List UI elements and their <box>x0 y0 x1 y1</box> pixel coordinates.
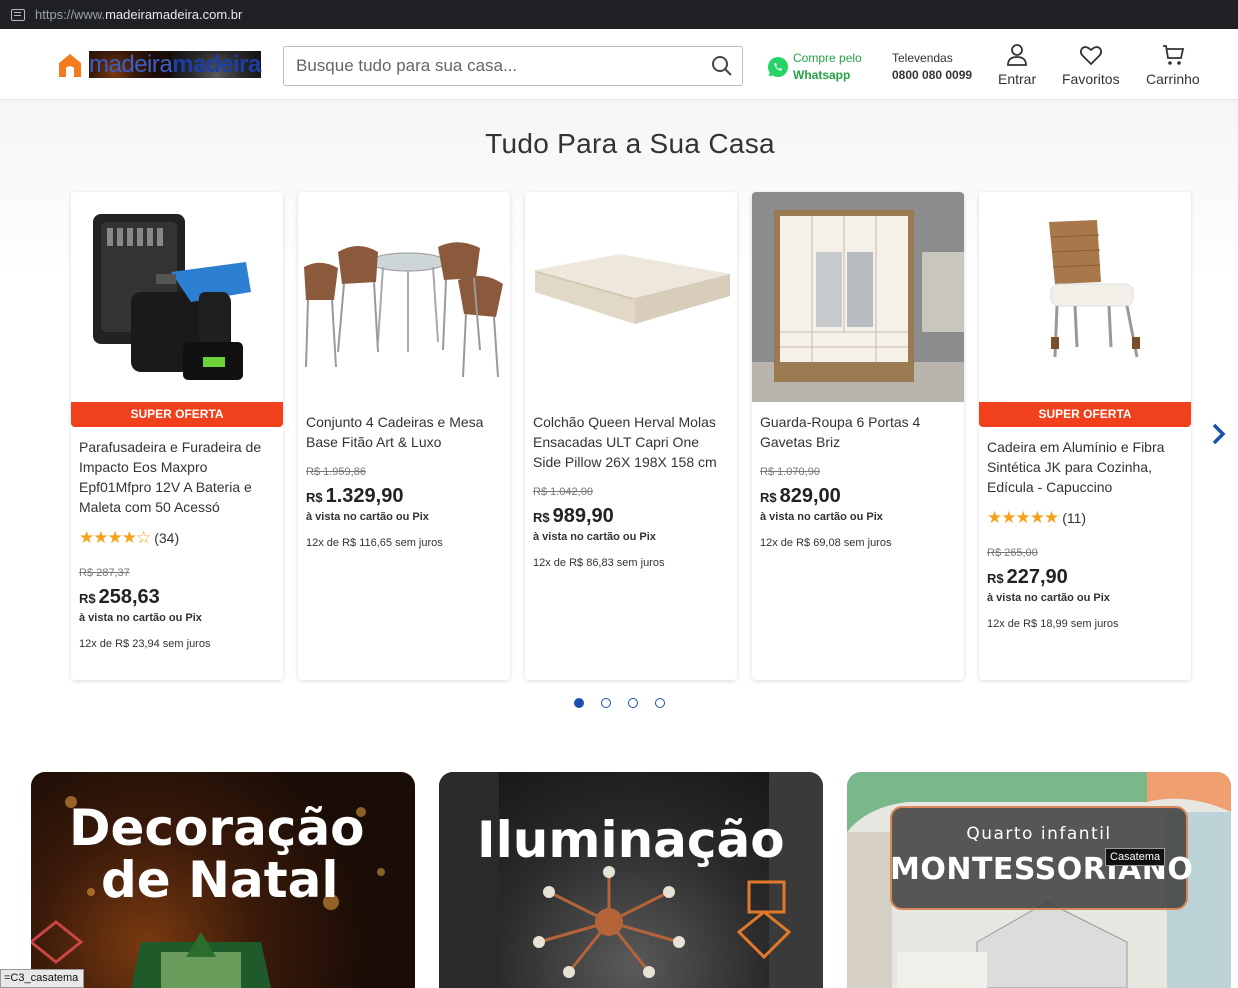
favorites-label: Favoritos <box>1062 71 1120 87</box>
rating-stars-icon: ★★★★☆ <box>79 528 150 548</box>
heart-icon <box>1079 43 1103 67</box>
rating-count: (11) <box>1062 510 1086 526</box>
whatsapp-link[interactable]: Compre pelo Whatsapp <box>766 50 862 84</box>
carousel-dot-2[interactable] <box>601 698 611 708</box>
rating-stars-icon: ★★★★★ <box>987 508 1058 528</box>
product-card-3[interactable]: Colchão Queen Herval Molas Ensacadas ULT… <box>525 192 737 680</box>
banner-iluminacao[interactable]: Iluminação <box>439 772 823 988</box>
carousel-next-chevron-icon[interactable] <box>1209 421 1229 447</box>
product-image-chair[interactable] <box>979 192 1191 402</box>
banner-subtitle: Quarto infantil <box>890 824 1188 844</box>
banner-decoracao-natal[interactable]: Decoração de Natal <box>31 772 415 988</box>
pix-note: à vista no cartão ou Pix <box>987 592 1110 604</box>
product-rating: ★★★★☆ (34) <box>79 528 179 548</box>
old-price: R$ 1.070,90 <box>760 466 820 478</box>
pix-note: à vista no cartão ou Pix <box>533 531 656 543</box>
product-name[interactable]: Colchão Queen Herval Molas Ensacadas ULT… <box>533 412 729 472</box>
section-title: Tudo Para a Sua Casa <box>0 128 1238 160</box>
product-rating: ★★★★★ (11) <box>987 508 1086 528</box>
tooltip: Casatema <box>1105 848 1165 866</box>
old-price: R$ 287,37 <box>79 567 130 579</box>
url-text[interactable]: https://www.madeiramadeira.com.br <box>35 7 242 22</box>
product-image-table-chairs[interactable] <box>298 192 510 402</box>
cart-button[interactable]: Carrinho <box>1146 43 1200 87</box>
whatsapp-line2: Whatsapp <box>793 67 862 84</box>
user-icon <box>1005 43 1029 67</box>
pix-note: à vista no cartão ou Pix <box>306 511 429 523</box>
product-name[interactable]: Guarda-Roupa 6 Portas 4 Gavetas Briz <box>760 412 956 452</box>
old-price: R$ 1.042,00 <box>533 486 593 498</box>
televendas[interactable]: Televendas 0800 080 0099 <box>892 50 972 84</box>
status-bar: =C3_casatema <box>0 969 84 988</box>
search-icon[interactable] <box>702 47 742 85</box>
product-card-1[interactable]: SUPER OFERTA Parafusadeira e Furadeira d… <box>71 192 283 680</box>
price: R$829,00 <box>760 485 841 508</box>
super-offer-badge: SUPER OFERTA <box>979 402 1191 427</box>
price: R$1.329,90 <box>306 485 403 508</box>
installments: 12x de R$ 69,08 sem juros <box>760 537 891 549</box>
carousel-dot-4[interactable] <box>655 698 665 708</box>
carousel-dot-3[interactable] <box>628 698 638 708</box>
whatsapp-icon <box>766 55 790 79</box>
product-image-mattress[interactable] <box>525 192 737 402</box>
site-logo[interactable]: madeiramadeira <box>56 51 261 79</box>
banner-title-line2: de Natal <box>101 854 338 906</box>
super-offer-badge: SUPER OFERTA <box>71 402 283 427</box>
installments: 12x de R$ 86,83 sem juros <box>533 557 664 569</box>
televendas-label: Televendas <box>892 50 972 67</box>
carousel-dot-1[interactable] <box>574 698 584 708</box>
product-name[interactable]: Cadeira em Alumínio e Fibra Sintética JK… <box>987 437 1183 497</box>
banner-quarto-montessoriano[interactable]: Quarto infantil MONTESSORIANO <box>847 772 1231 988</box>
cart-icon <box>1161 43 1185 67</box>
price: R$989,90 <box>533 505 614 528</box>
page-info-icon[interactable] <box>11 9 25 21</box>
pix-note: à vista no cartão ou Pix <box>760 511 883 523</box>
product-card-4[interactable]: Guarda-Roupa 6 Portas 4 Gavetas Briz R$ … <box>752 192 964 680</box>
installments: 12x de R$ 116,65 sem juros <box>306 537 443 549</box>
whatsapp-line1: Compre pelo <box>793 50 862 67</box>
site-header: madeiramadeira Compre pelo Whatsapp Tele… <box>0 33 1238 100</box>
banner-title: Iluminação <box>477 814 785 866</box>
search-box[interactable] <box>283 46 743 86</box>
product-card-5[interactable]: SUPER OFERTA Cadeira em Alumínio e Fibra… <box>979 192 1191 680</box>
price: R$227,90 <box>987 566 1068 589</box>
chandelier-illustration <box>439 772 823 988</box>
old-price: R$ 1.959,86 <box>306 466 366 478</box>
brand-name: madeiramadeira <box>89 51 261 79</box>
rating-count: (34) <box>154 530 179 546</box>
favorites-button[interactable]: Favoritos <box>1062 43 1120 87</box>
banner-title-line1: Decoração <box>69 802 365 854</box>
cart-label: Carrinho <box>1146 71 1200 87</box>
product-name[interactable]: Parafusadeira e Furadeira de Impacto Eos… <box>79 437 275 517</box>
pix-note: à vista no cartão ou Pix <box>79 612 202 624</box>
product-card-2[interactable]: Conjunto 4 Cadeiras e Mesa Base Fitão Ar… <box>298 192 510 680</box>
installments: 12x de R$ 23,94 sem juros <box>79 638 210 650</box>
carousel-pagination <box>574 698 665 708</box>
product-name[interactable]: Conjunto 4 Cadeiras e Mesa Base Fitão Ar… <box>306 412 502 452</box>
house-logo-icon <box>56 51 84 79</box>
browser-url-bar[interactable]: https://www.madeiramadeira.com.br <box>0 0 1238 29</box>
old-price: R$ 265,00 <box>987 547 1038 559</box>
product-image-drill[interactable] <box>71 192 283 402</box>
login-button[interactable]: Entrar <box>998 43 1036 87</box>
product-image-wardrobe[interactable] <box>752 192 964 402</box>
installments: 12x de R$ 18,99 sem juros <box>987 618 1118 630</box>
search-input[interactable] <box>284 47 702 85</box>
login-label: Entrar <box>998 71 1036 87</box>
price: R$258,63 <box>79 586 160 609</box>
televendas-number: 0800 080 0099 <box>892 67 972 84</box>
